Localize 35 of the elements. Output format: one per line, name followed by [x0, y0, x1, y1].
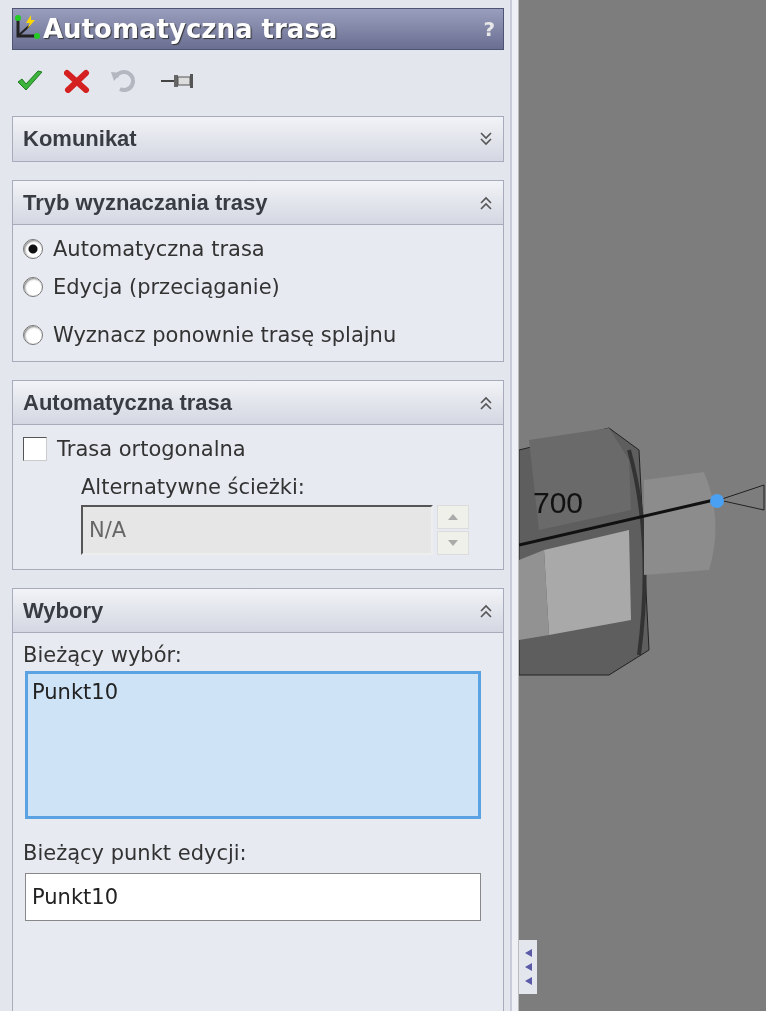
section-header[interactable]: Tryb wyznaczania trasy: [13, 181, 503, 225]
section-header[interactable]: Komunikat: [13, 117, 503, 161]
window-title: Automatyczna trasa: [43, 14, 339, 44]
section-title: Komunikat: [23, 126, 138, 152]
collapse-icon[interactable]: [479, 394, 493, 411]
checkbox[interactable]: [23, 437, 47, 461]
radio-button[interactable]: [23, 325, 43, 345]
list-item[interactable]: Punkt10: [32, 680, 474, 704]
caret-icon: [448, 514, 458, 520]
section-title: Automatyczna trasa: [23, 389, 234, 416]
field-label: Bieżący wybór:: [23, 643, 183, 667]
radio-option[interactable]: Wyznacz ponownie trasę splajnu: [23, 323, 493, 347]
panel-toggle-tab[interactable]: [519, 940, 537, 994]
selection-list[interactable]: Punkt10: [25, 671, 481, 819]
expand-icon[interactable]: [479, 131, 493, 147]
arrows-icon: [523, 947, 533, 987]
dimension-label: 700: [533, 486, 584, 520]
section-header[interactable]: Automatyczna trasa: [13, 381, 503, 425]
radio-option[interactable]: Automatyczna trasa: [23, 237, 493, 261]
section-title: Tryb wyznaczania trasy: [23, 189, 269, 216]
field-label: Alternatywne ścieżki:: [81, 475, 306, 499]
section-header[interactable]: Wybory: [13, 589, 503, 633]
radio-button[interactable]: [23, 239, 43, 259]
collapse-icon[interactable]: [479, 602, 493, 619]
collapse-icon[interactable]: [479, 194, 493, 211]
pushpin-icon[interactable]: [160, 71, 194, 91]
checkbox-label: Trasa ortogonalna: [57, 437, 246, 461]
checkmark-icon[interactable]: [16, 69, 44, 93]
caret-icon: [448, 540, 458, 546]
radio-option[interactable]: Edycja (przeciąganie): [23, 275, 493, 299]
close-icon[interactable]: [64, 69, 90, 93]
field-label: Bieżący punkt edycji:: [23, 841, 248, 865]
section-title: Wybory: [23, 597, 105, 624]
radio-button[interactable]: [23, 277, 43, 297]
input-field[interactable]: Punkt10: [25, 873, 481, 921]
